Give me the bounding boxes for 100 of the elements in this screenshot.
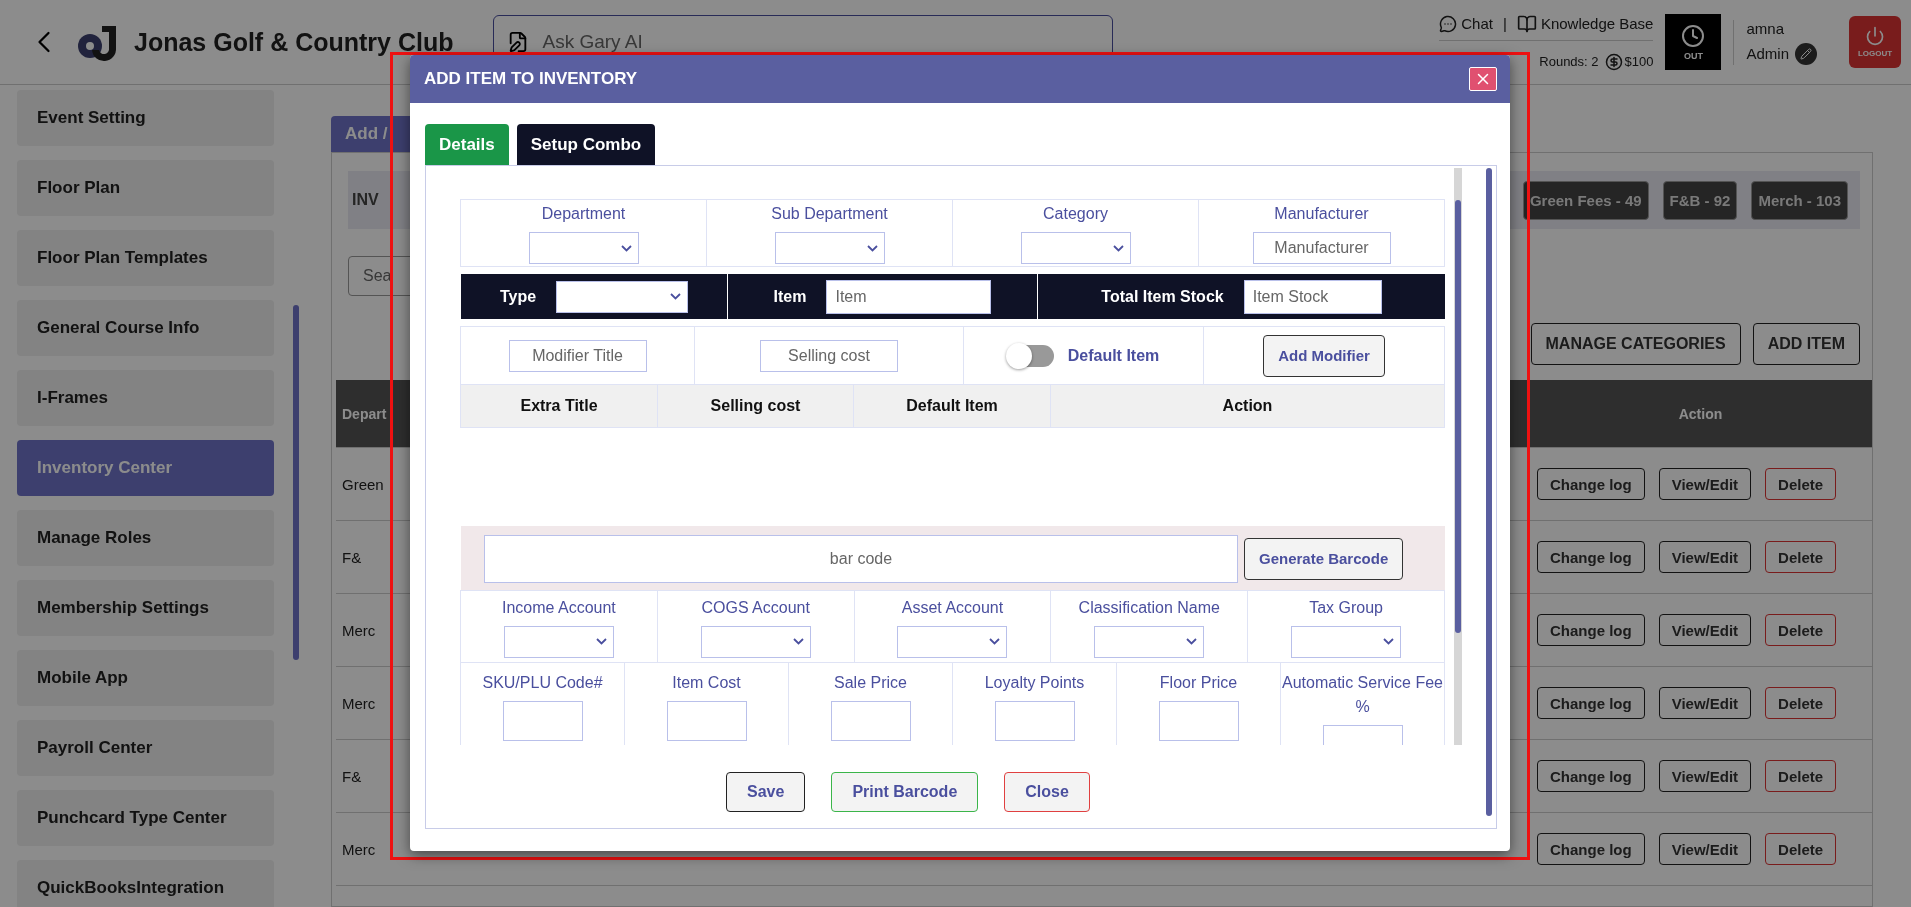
sidebar-item[interactable]: Payroll Center (17, 720, 274, 776)
sidebar-item[interactable]: I-Frames (17, 370, 274, 426)
field-label: Total Item Stock (1101, 287, 1224, 306)
user-name: amna (1746, 19, 1785, 37)
dialog-button[interactable]: Close (1004, 772, 1090, 812)
field-label: COGS Account (701, 597, 810, 618)
sidebar-item[interactable]: Punchcard Type Center (17, 790, 274, 846)
sidebar-item[interactable]: Floor Plan (17, 160, 274, 216)
dropdown-field[interactable] (1020, 232, 1131, 264)
row-action-button[interactable]: Change log (1537, 541, 1645, 573)
sidebar-item[interactable]: Mobile App (17, 650, 274, 706)
field-label: Department (541, 204, 626, 224)
generate-barcode-button[interactable]: Generate Barcode (1244, 537, 1404, 580)
input-field[interactable] (666, 701, 747, 741)
balance: $100 (1604, 52, 1654, 71)
input-field[interactable]: Selling cost (760, 339, 898, 372)
pencil-icon (1800, 47, 1812, 60)
row-action-button[interactable]: Delete (1765, 468, 1837, 500)
close-button[interactable] (1469, 67, 1497, 91)
row-action-button[interactable]: Change log (1537, 614, 1645, 646)
row-action-button[interactable]: View/Edit (1658, 468, 1752, 500)
row-action-button[interactable]: Delete (1765, 687, 1837, 719)
table-cell-text: Green (341, 474, 385, 495)
sidebar-item[interactable]: General Course Info (17, 300, 274, 356)
row-action-button[interactable]: View/Edit (1658, 760, 1752, 792)
field-label: Income Account (501, 597, 616, 618)
input-field[interactable]: Item (826, 279, 992, 314)
power-icon (1865, 26, 1885, 46)
input-field[interactable]: Modifier Title (508, 339, 647, 372)
field-label: Automatic Service Fee % (1281, 673, 1444, 717)
field-label: Manufacturer (1274, 204, 1369, 224)
sidebar-item[interactable]: Membership Settings (17, 580, 274, 636)
book-icon (1516, 13, 1537, 34)
scrollbar-thumb[interactable] (1455, 200, 1461, 633)
scrollbar-thumb[interactable] (293, 305, 299, 660)
dropdown-field[interactable] (556, 280, 689, 313)
dropdown-field[interactable] (528, 232, 639, 264)
chat-link[interactable]: Chat (1439, 14, 1493, 33)
dialog-tab[interactable]: Setup Combo (516, 124, 656, 165)
club-title: Jonas Golf & Country Club (134, 27, 454, 57)
row-action-button[interactable]: Change log (1537, 687, 1645, 719)
row-action-button[interactable]: View/Edit (1658, 833, 1752, 865)
dropdown-field[interactable] (1094, 625, 1205, 658)
toolbar-button[interactable]: ADD ITEM (1752, 323, 1860, 365)
dropdown-field[interactable] (1291, 625, 1402, 658)
input-field[interactable] (1158, 701, 1239, 741)
field-label: Item Cost (672, 673, 741, 693)
dropdown-field[interactable] (503, 625, 614, 658)
field-label: Floor Price (1159, 673, 1238, 693)
input-field[interactable] (994, 701, 1075, 741)
row-action-button[interactable]: Delete (1765, 541, 1837, 573)
row-action-button[interactable]: Change log (1537, 468, 1645, 500)
row-action-button[interactable]: View/Edit (1658, 541, 1752, 573)
add-modifier-button[interactable]: Add Modifier (1263, 334, 1385, 377)
dialog-button[interactable]: Print Barcode (831, 772, 979, 812)
barcode-field[interactable]: bar code (484, 534, 1238, 583)
logout-button[interactable]: LOGOUT (1849, 16, 1901, 68)
default-item-toggle[interactable] (1007, 344, 1054, 367)
chevron-icon (1112, 244, 1124, 252)
row-action-button[interactable]: View/Edit (1658, 687, 1752, 719)
field-label: Type (499, 287, 537, 306)
dialog-tab[interactable]: Details (425, 124, 509, 165)
field-label: Loyalty Points (984, 673, 1085, 693)
clock-out-button[interactable]: OUT (1665, 14, 1722, 70)
scrollbar-thumb[interactable] (1486, 168, 1492, 816)
row-action-button[interactable]: Change log (1537, 833, 1645, 865)
field-label: Tax Group (1309, 597, 1383, 618)
chevron-icon (792, 638, 804, 645)
sidebar-item[interactable]: Manage Roles (17, 510, 274, 566)
sidebar-item[interactable]: Event Setting (17, 90, 274, 146)
sidebar-item[interactable]: Inventory Center (17, 440, 274, 496)
chevron-icon (1186, 638, 1198, 645)
table-cell-text: Merc (341, 839, 377, 860)
table-cell-text: F& (341, 547, 363, 568)
dropdown-field[interactable] (897, 625, 1008, 658)
toolbar-button[interactable]: MANAGE CATEGORIES (1530, 323, 1741, 365)
count-badge: Merch - 103 (1751, 180, 1848, 220)
knowledge-base-link[interactable]: Knowledge Base (1516, 13, 1654, 34)
count-badge: Green Fees - 49 (1522, 180, 1649, 220)
field-label: Classification Name (1078, 597, 1220, 618)
input-field[interactable] (830, 701, 911, 741)
row-action-button[interactable]: Delete (1765, 833, 1837, 865)
row-action-button[interactable]: Delete (1765, 614, 1837, 646)
row-action-button[interactable]: Delete (1765, 760, 1837, 792)
field-label: Sale Price (834, 673, 907, 693)
modal-title: ADD ITEM TO INVENTORY (424, 69, 638, 89)
row-action-button[interactable]: View/Edit (1658, 614, 1752, 646)
input-field[interactable]: Item Stock (1243, 279, 1382, 314)
sidebar-item[interactable]: Floor Plan Templates (17, 230, 274, 286)
column-header: Action (1677, 404, 1724, 424)
dialog-button[interactable]: Save (726, 772, 806, 812)
dropdown-field[interactable] (700, 625, 811, 658)
link-separator: | (1502, 15, 1507, 32)
input-field[interactable] (502, 701, 583, 741)
column-header: Action (1050, 384, 1445, 428)
dropdown-field[interactable] (774, 232, 885, 264)
edit-profile-button[interactable] (1795, 42, 1817, 65)
sidebar-item[interactable]: QuickBooksIntegration (17, 860, 274, 907)
row-action-button[interactable]: Change log (1537, 760, 1645, 792)
input-field[interactable]: Manufacturer (1252, 232, 1391, 264)
